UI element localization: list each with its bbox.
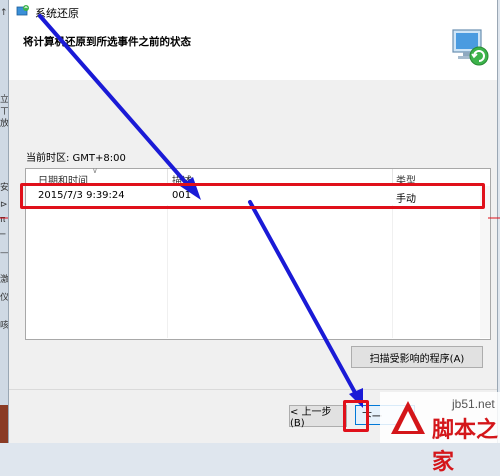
system-restore-icon [16,5,29,16]
scan-affected-programs-button[interactable]: 扫描受影响的程序(A) [351,346,483,368]
computer-restore-icon [452,29,489,66]
title-bar: 系统还原 [9,0,497,24]
watermark-site: jb51.net [452,397,495,411]
grid-line [392,205,393,338]
site-logo-icon [391,401,425,434]
watermark-text: 脚本之家 [432,417,499,475]
grid-line [167,205,168,338]
wizard-header: 将计算机还原到所选事件之前的状态 [9,24,497,80]
sort-caret-icon: ∨ [92,166,98,175]
timezone-label: 当前时区: GMT+8:00 [26,153,126,164]
system-restore-dialog: 系统还原 将计算机还原到所选事件之前的状态 当前时区: GMT+8:00 日期和… [8,0,498,443]
watermark: jb51.net 脚本之家 [380,392,500,475]
footer-divider [9,389,497,390]
window-title: 系统还原 [35,7,79,20]
back-button[interactable]: < 上一步(B) [289,405,347,429]
page-heading: 将计算机还原到所选事件之前的状态 [23,36,191,48]
highlight-next-button-box [343,400,369,432]
highlight-restore-point-box [20,183,485,209]
